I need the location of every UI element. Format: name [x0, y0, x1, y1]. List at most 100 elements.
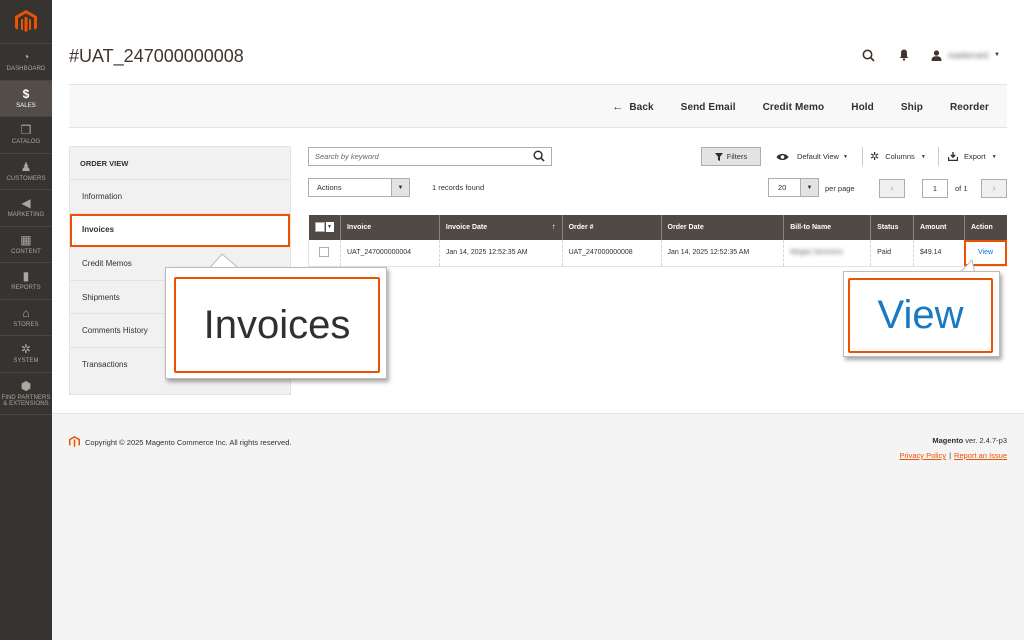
tab-information[interactable]: Information	[70, 180, 290, 214]
row-select-cell	[308, 240, 341, 267]
nav-label: DASHBOARD	[6, 66, 46, 73]
table-row: UAT_247000000004 Jan 14, 2025 12:52:35 A…	[308, 240, 1008, 267]
page-title: #UAT_247000000008	[69, 46, 244, 66]
cube-icon: ❒	[20, 123, 32, 138]
bar-chart-icon: ▮	[22, 269, 30, 284]
column-amount[interactable]: Amount	[913, 215, 965, 240]
column-invoice[interactable]: Invoice	[339, 215, 440, 240]
prev-page-button[interactable]: ‹	[879, 179, 905, 198]
divider	[938, 147, 939, 166]
chevron-down-icon: ▼	[842, 153, 848, 160]
column-action: Action	[963, 215, 1007, 240]
nav-content[interactable]: ▦ CONTENT	[0, 227, 52, 263]
chevron-down-icon: ▼	[991, 153, 997, 160]
search-placeholder: Search by keyword	[315, 152, 379, 161]
report-issue-link[interactable]: Report an Issue	[954, 451, 1007, 460]
nav-sales[interactable]: $ SALES	[0, 80, 52, 117]
ship-button[interactable]: Ship	[901, 102, 923, 113]
order-view-heading: ORDER VIEW	[70, 147, 290, 180]
mass-actions-select[interactable]: Actions ▼	[308, 178, 410, 197]
search-icon[interactable]	[859, 46, 877, 64]
next-page-button[interactable]: ›	[981, 179, 1007, 198]
export-icon	[948, 152, 958, 161]
tab-invoices[interactable]: Invoices	[70, 213, 290, 248]
default-view-dropdown[interactable]: Default View ▼	[776, 147, 848, 166]
nav-find-partners[interactable]: ⬢ FIND PARTNERS & EXTENSIONS	[0, 373, 52, 415]
person-icon: ♟	[20, 159, 32, 174]
reorder-button[interactable]: Reorder	[950, 102, 989, 113]
chevron-down-icon: ▼	[391, 179, 409, 196]
store-icon: ⌂	[22, 305, 30, 320]
nav-dashboard[interactable]: ◔ DASHBOARD	[0, 44, 52, 81]
eye-icon	[776, 153, 789, 160]
row-checkbox[interactable]	[319, 246, 330, 257]
page-total: of 1	[955, 184, 968, 193]
back-button[interactable]: ← Back	[612, 101, 653, 113]
credit-memo-button[interactable]: Credit Memo	[763, 102, 825, 113]
columns-label: Columns	[885, 152, 915, 161]
export-dropdown[interactable]: Export ▼	[948, 147, 997, 166]
nav-reports[interactable]: ▮ REPORTS	[0, 263, 52, 300]
link-separator: |	[949, 451, 952, 460]
columns-dropdown[interactable]: ✲ Columns ▼	[870, 147, 926, 166]
per-page-value: 20	[778, 183, 787, 192]
table-header-row: ▼ Invoice Invoice Date ↑ Order # Order D…	[308, 215, 1007, 240]
nav-customers[interactable]: ♟ CUSTOMERS	[0, 154, 52, 190]
nav-label: FIND PARTNERS & EXTENSIONS	[1, 394, 51, 407]
column-order-date[interactable]: Order Date	[660, 215, 784, 240]
copyright-text: Copyright © 2025 Magento Commerce Inc. A…	[85, 437, 292, 447]
search-icon[interactable]	[533, 150, 545, 164]
gear-icon: ✲	[870, 151, 880, 163]
version-text: ver. 2.4.7-p3	[963, 436, 1007, 445]
hold-button[interactable]: Hold	[851, 102, 874, 113]
search-input[interactable]: Search by keyword	[308, 147, 552, 166]
nav-label: SYSTEM	[13, 358, 39, 365]
export-label: Export	[964, 152, 986, 161]
arrow-left-icon: ←	[612, 101, 624, 113]
version-info: Magento ver. 2.4.7-p3	[932, 436, 1007, 445]
dollar-icon: $	[22, 86, 30, 101]
nav-marketing[interactable]: ◀ MARKETING	[0, 190, 52, 227]
column-order-number[interactable]: Order #	[561, 215, 662, 240]
page-footer: Copyright © 2025 Magento Commerce Inc. A…	[52, 413, 1024, 640]
user-menu[interactable]: mastercard ▼	[931, 49, 1000, 61]
magento-logo[interactable]	[0, 0, 52, 44]
bell-icon[interactable]	[895, 46, 913, 64]
admin-sidebar: ◔ DASHBOARD $ SALES ❒ CATALOG ♟ CUSTOMER…	[0, 0, 52, 640]
cell-status: Paid	[870, 240, 914, 267]
send-email-button[interactable]: Send Email	[681, 102, 736, 113]
actions-label: Actions	[317, 183, 342, 192]
chevron-down-icon[interactable]: ▼	[325, 221, 334, 232]
magento-logo-icon	[69, 436, 80, 447]
records-found: 1 records found	[432, 183, 485, 192]
header-actions: mastercard ▼	[859, 46, 1000, 64]
per-page-label: per page	[825, 184, 855, 193]
nav-catalog[interactable]: ❒ CATALOG	[0, 117, 52, 154]
per-page-select[interactable]: 20 ▼	[768, 178, 819, 197]
column-status[interactable]: Status	[870, 215, 914, 240]
nav-stores[interactable]: ⌂ STORES	[0, 300, 52, 336]
page-input[interactable]: 1	[922, 179, 948, 198]
filters-label: Filters	[726, 152, 748, 161]
cell-order-date: Jan 14, 2025 12:52:35 AM	[660, 240, 784, 267]
view-link[interactable]: View	[978, 249, 993, 256]
layout-icon: ▦	[20, 232, 32, 247]
mass-select-header[interactable]: ▼	[308, 215, 341, 240]
default-view-label: Default View	[797, 152, 839, 161]
divider	[862, 147, 863, 166]
column-invoice-date[interactable]: Invoice Date ↑	[438, 215, 563, 240]
bill-to-name: Megan Simmons	[790, 249, 843, 257]
chevron-down-icon: ▼	[994, 52, 1000, 58]
cell-order-number: UAT_247000000008	[561, 240, 662, 267]
privacy-policy-link[interactable]: Privacy Policy	[899, 451, 946, 460]
select-all-checkbox[interactable]	[314, 221, 325, 232]
footer-links: Privacy Policy | Report an Issue	[899, 451, 1007, 460]
nav-label: CUSTOMERS	[6, 175, 46, 182]
chevron-down-icon: ▼	[920, 153, 926, 160]
filters-button[interactable]: Filters	[701, 147, 761, 166]
megaphone-icon: ◀	[21, 196, 31, 211]
column-bill-to-name[interactable]: Bill-to Name	[783, 215, 871, 240]
nav-system[interactable]: ✲ SYSTEM	[0, 336, 52, 373]
invoices-callout-text: Invoices	[203, 302, 351, 347]
cell-bill-to-name: Megan Simmons	[783, 240, 871, 267]
